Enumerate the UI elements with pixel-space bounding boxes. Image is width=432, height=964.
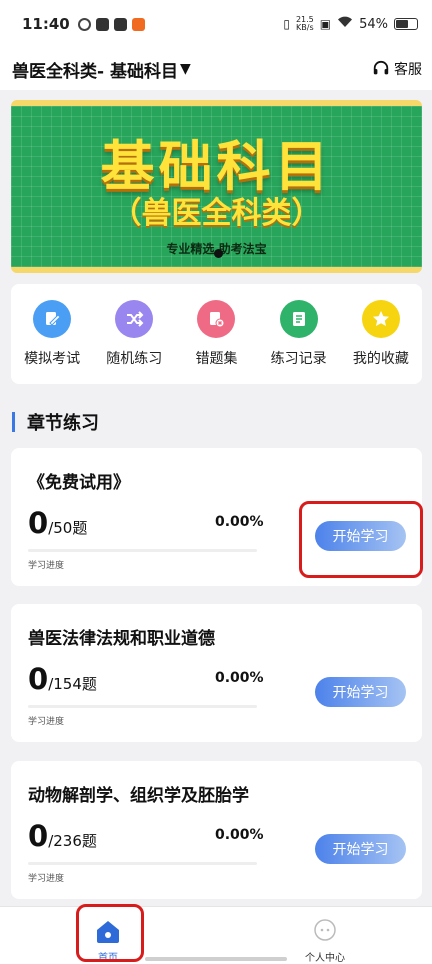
chapter-card[interactable]: 《免费试用》 0 /50题 0.00% 学习进度 开始学习 [11, 448, 422, 586]
chapter-card[interactable]: 动物解剖学、组织学及胚胎学 0 /236题 0.00% 学习进度 开始学习 [11, 761, 422, 899]
wrong-questions-label: 错题集 [195, 351, 238, 367]
section-accent-bar [12, 412, 15, 432]
question-count: 0 /154题 [28, 662, 97, 696]
chapter-card[interactable]: 兽医法律法规和职业道德 0 /154题 0.00% 学习进度 开始学习 [11, 604, 422, 742]
carousel-indicator [214, 249, 223, 258]
total-count: /50题 [48, 519, 88, 537]
vibrate-icon: ▯ [283, 17, 290, 31]
network-speed: 21.5 KB/s [296, 16, 314, 32]
progress-percent: 0.00% [215, 670, 264, 686]
customer-service-label: 客服 [394, 62, 422, 78]
completed-count: 0 [28, 662, 49, 696]
bottom-tab-bar: 首页 个人中心 [0, 906, 432, 964]
status-right: ▯ 21.5 KB/s ▣ 54% [283, 16, 418, 32]
promo-banner[interactable]: 基础科目 （兽医全科类） 专业精选 助考法宝 [11, 100, 422, 273]
record-icon [279, 300, 318, 338]
progress-percent: 0.00% [215, 827, 264, 843]
favorites-button[interactable]: 我的收藏 [342, 300, 420, 384]
tab-profile-label: 个人中心 [305, 953, 345, 964]
question-count: 0 /236题 [28, 819, 97, 853]
start-study-button[interactable]: 开始学习 [315, 677, 406, 707]
mock-exam-label: 模拟考试 [24, 351, 81, 367]
banner-image: 基础科目 （兽医全科类） 专业精选 助考法宝 [11, 106, 422, 267]
progress-track [28, 862, 257, 865]
wifi-icon [337, 16, 353, 32]
progress-track [28, 549, 257, 552]
customer-service-button[interactable]: 客服 [372, 59, 422, 79]
random-practice-label: 随机练习 [106, 351, 163, 367]
start-study-button[interactable]: 开始学习 [315, 834, 406, 864]
tab-profile[interactable]: 个人中心 [285, 913, 365, 964]
status-time: 11:40 [22, 15, 70, 33]
status-bar: 11:40 ▯ 21.5 KB/s ▣ 54% [0, 0, 432, 48]
tab-home-label: 首页 [98, 953, 118, 964]
completed-count: 0 [28, 819, 49, 853]
shuffle-icon [115, 300, 154, 338]
profile-icon [314, 919, 336, 941]
chapter-title: 《免费试用》 [28, 473, 130, 493]
progress-percent: 0.00% [215, 514, 264, 530]
section-title: 章节练习 [12, 410, 99, 434]
favorites-label: 我的收藏 [352, 351, 409, 367]
completed-count: 0 [28, 506, 49, 540]
progress-label: 学习进度 [28, 717, 65, 727]
tab-home[interactable]: 首页 [68, 913, 148, 964]
practice-record-label: 练习记录 [270, 351, 327, 367]
random-practice-button[interactable]: 随机练习 [95, 300, 173, 384]
wrong-questions-button[interactable]: 错题集 [177, 300, 255, 384]
progress-label: 学习进度 [28, 874, 65, 884]
progress-label: 学习进度 [28, 561, 65, 571]
sim-icon: ▣ [319, 17, 332, 31]
section-title-text: 章节练习 [27, 413, 99, 434]
top-header: 兽医全科类- 基础科目 ▼ 客服 [0, 48, 432, 90]
total-count: /236题 [48, 832, 97, 850]
chapter-title: 动物解剖学、组织学及胚胎学 [28, 786, 249, 806]
home-icon [97, 921, 119, 943]
progress-track [28, 705, 257, 708]
app-notification-icon [77, 17, 91, 31]
network-speed-unit: KB/s [296, 23, 314, 32]
subject-selector[interactable]: 兽医全科类- 基础科目 [12, 57, 178, 82]
total-count: /154题 [48, 675, 97, 693]
mail-notification-icon [113, 17, 127, 31]
quick-actions: 模拟考试 随机练习 错题集 练习记录 我的收藏 [11, 284, 422, 384]
dropdown-caret-icon[interactable]: ▼ [180, 61, 191, 77]
headset-icon [373, 60, 389, 75]
question-count: 0 /50题 [28, 506, 87, 540]
mock-exam-button[interactable]: 模拟考试 [13, 300, 91, 384]
app-notification-icon [131, 17, 145, 31]
gesture-bar [145, 957, 287, 961]
exam-edit-icon [33, 300, 72, 338]
practice-record-button[interactable]: 练习记录 [260, 300, 338, 384]
wrong-questions-icon [197, 300, 236, 338]
star-icon [361, 300, 400, 338]
app-notification-icon [95, 17, 109, 31]
battery-icon [394, 18, 418, 30]
start-study-button[interactable]: 开始学习 [315, 521, 406, 551]
chapter-title: 兽医法律法规和职业道德 [28, 629, 215, 649]
banner-subtitle: （兽医全科类） [111, 196, 322, 231]
battery-percent: 54% [359, 16, 388, 32]
